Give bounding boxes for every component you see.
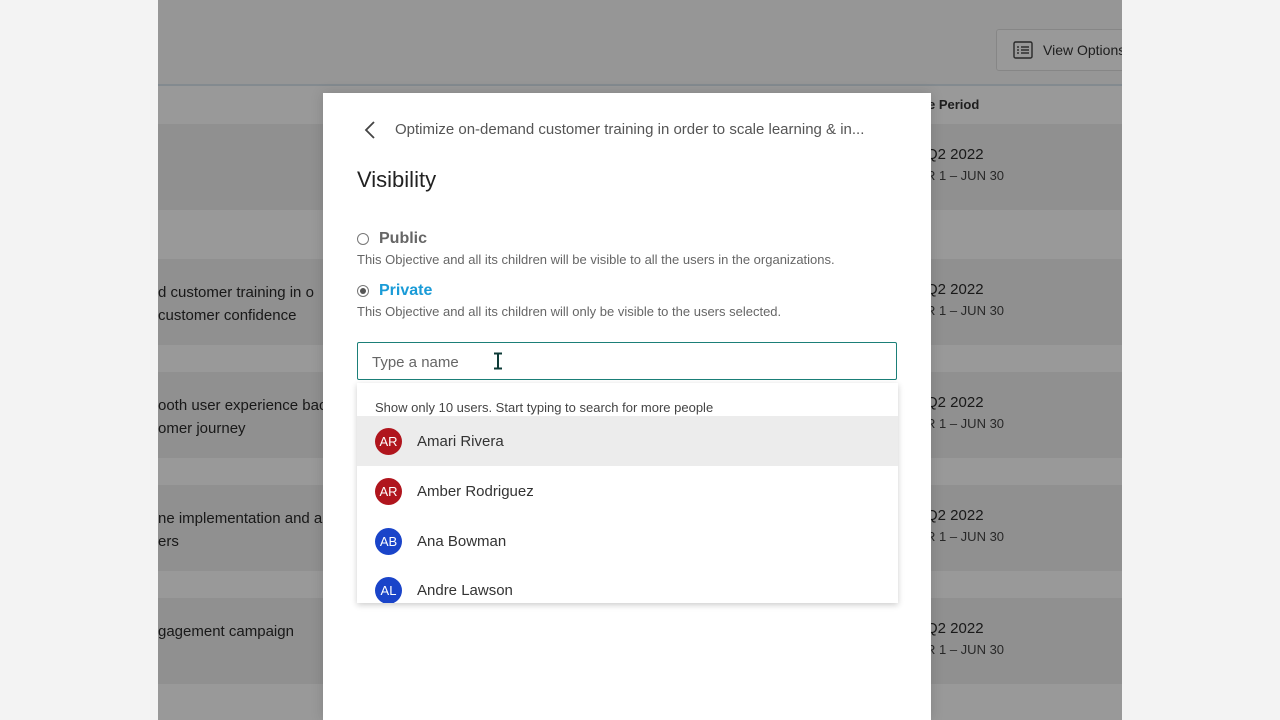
- people-picker[interactable]: [357, 342, 897, 381]
- public-description: This Objective and all its children will…: [357, 252, 835, 267]
- visibility-dialog: Optimize on-demand customer training in …: [323, 93, 931, 720]
- avatar: AL: [375, 576, 402, 603]
- person-option[interactable]: AL Andre Lawson: [357, 565, 898, 603]
- avatar: AR: [375, 477, 402, 505]
- person-name: Amber Rodriguez: [417, 482, 534, 500]
- person-option[interactable]: AR Amber Rodriguez: [357, 466, 898, 516]
- person-name: Ana Bowman: [417, 532, 507, 550]
- avatar: AR: [375, 427, 402, 455]
- private-radio[interactable]: [357, 285, 369, 297]
- people-suggestions: Show only 10 users. Start typing to sear…: [357, 383, 898, 603]
- suggestions-hint: Show only 10 users. Start typing to sear…: [375, 400, 714, 415]
- person-option[interactable]: AR Amari Rivera: [357, 416, 898, 466]
- private-label: Private: [379, 282, 433, 299]
- private-description: This Objective and all its children will…: [357, 304, 782, 319]
- public-option[interactable]: Public: [357, 230, 427, 248]
- person-name: Andre Lawson: [417, 581, 513, 599]
- dialog-title: Visibility: [357, 167, 437, 192]
- avatar: AB: [375, 527, 402, 555]
- name-search-input[interactable]: [370, 343, 874, 381]
- public-label: Public: [379, 230, 428, 247]
- private-option[interactable]: Private: [357, 282, 432, 300]
- objective-breadcrumb: Optimize on-demand customer training in …: [395, 121, 865, 138]
- back-button[interactable]: [359, 119, 381, 141]
- person-option[interactable]: AB Ana Bowman: [357, 516, 898, 566]
- public-radio[interactable]: [357, 233, 369, 245]
- person-name: Amari Rivera: [417, 432, 504, 450]
- chevron-left-icon: [364, 121, 375, 139]
- text-cursor-icon: [494, 352, 502, 370]
